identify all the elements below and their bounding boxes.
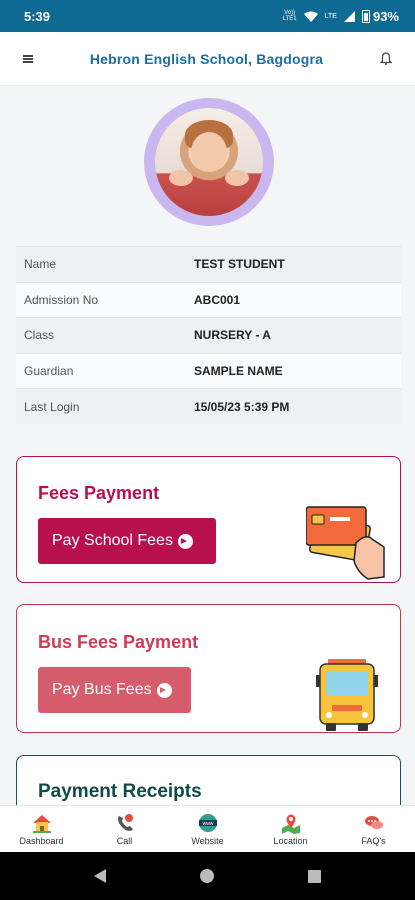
pay-bus-fees-label: Pay Bus Fees [52,681,152,698]
fees-payment-card: Fees Payment Pay School Fees [16,456,401,583]
bottom-navigation: Dashboard Call www Website Location FAQ'… [0,805,415,852]
avatar-frame [144,98,274,226]
pay-school-fees-label: Pay School Fees [52,532,173,549]
nav-faqs[interactable]: FAQ's [332,806,415,852]
pay-bus-fees-button[interactable]: Pay Bus Fees [38,667,191,713]
info-value: TEST STUDENT [186,246,401,283]
status-icons: Vo)) LTE1 LTE 93% [283,9,399,24]
bus-fees-payment-card: Bus Fees Payment Pay Bus Fees [16,604,401,733]
payment-receipts-title: Payment Receipts [38,781,202,802]
back-icon[interactable] [94,869,106,883]
battery-indicator: 93% [361,8,399,24]
fees-payment-title: Fees Payment [38,483,160,503]
notification-button[interactable] [357,32,415,86]
battery-icon [361,9,370,23]
nav-call[interactable]: Call [83,806,166,852]
house-icon [32,815,51,833]
system-navigation-bar [0,852,415,900]
info-label: Admission No [16,281,186,318]
recents-icon[interactable] [308,869,321,883]
info-label: Name [16,246,186,283]
app-bar: Hebron English School, Bagdogra [0,32,415,86]
arrow-right-circle-icon [177,533,193,549]
svg-text:www: www [202,821,213,827]
student-info-table: Name TEST STUDENT Admission No ABC001 Cl… [16,246,401,425]
menu-button[interactable] [0,32,56,86]
credit-card-icon [306,506,385,580]
phone-icon [117,814,133,831]
table-row: Admission No ABC001 [16,281,401,318]
home-icon[interactable] [200,869,214,883]
nav-label: Website [191,836,224,846]
volte-indicator: Vo)) LTE1 [282,10,297,22]
info-value: 15/05/23 5:39 PM [186,388,401,425]
map-pin-icon [281,814,300,834]
lte-label: LTE [324,12,337,20]
school-bus-icon [316,659,378,731]
info-value: SAMPLE NAME [186,352,401,389]
www-icon: www [198,814,217,832]
wifi-icon [303,11,318,22]
hamburger-icon [23,54,33,63]
nav-label: Call [116,836,133,846]
info-label: Class [16,317,186,354]
student-avatar [155,108,263,216]
info-label: Last Login [16,388,186,425]
table-row: Last Login 15/05/23 5:39 PM [16,388,401,425]
table-row: Name TEST STUDENT [16,246,401,283]
nav-label: Location [273,836,308,846]
bus-fees-title: Bus Fees Payment [38,632,199,652]
nav-label: FAQ's [361,836,386,846]
pay-school-fees-button[interactable]: Pay School Fees [38,518,216,564]
chat-bubble-icon [364,816,383,829]
nav-website[interactable]: www Website [166,806,249,852]
table-row: Guardian SAMPLE NAME [16,352,401,389]
status-time: 5:39 [24,8,51,24]
battery-percent: 93% [372,8,399,24]
info-value: NURSERY - A [186,317,401,354]
bell-icon [380,52,392,65]
nav-location[interactable]: Location [249,806,332,852]
nav-label: Dashboard [19,836,64,846]
app-title: Hebron English School, Bagdogra [89,50,324,67]
arrow-right-circle-icon [156,682,172,698]
table-row: Class NURSERY - A [16,317,401,354]
info-label: Guardian [16,352,186,389]
signal-icon [343,10,355,22]
info-value: ABC001 [186,281,401,318]
nav-dashboard[interactable]: Dashboard [0,806,83,852]
status-bar: 5:39 Vo)) LTE1 LTE 93% [0,0,415,32]
